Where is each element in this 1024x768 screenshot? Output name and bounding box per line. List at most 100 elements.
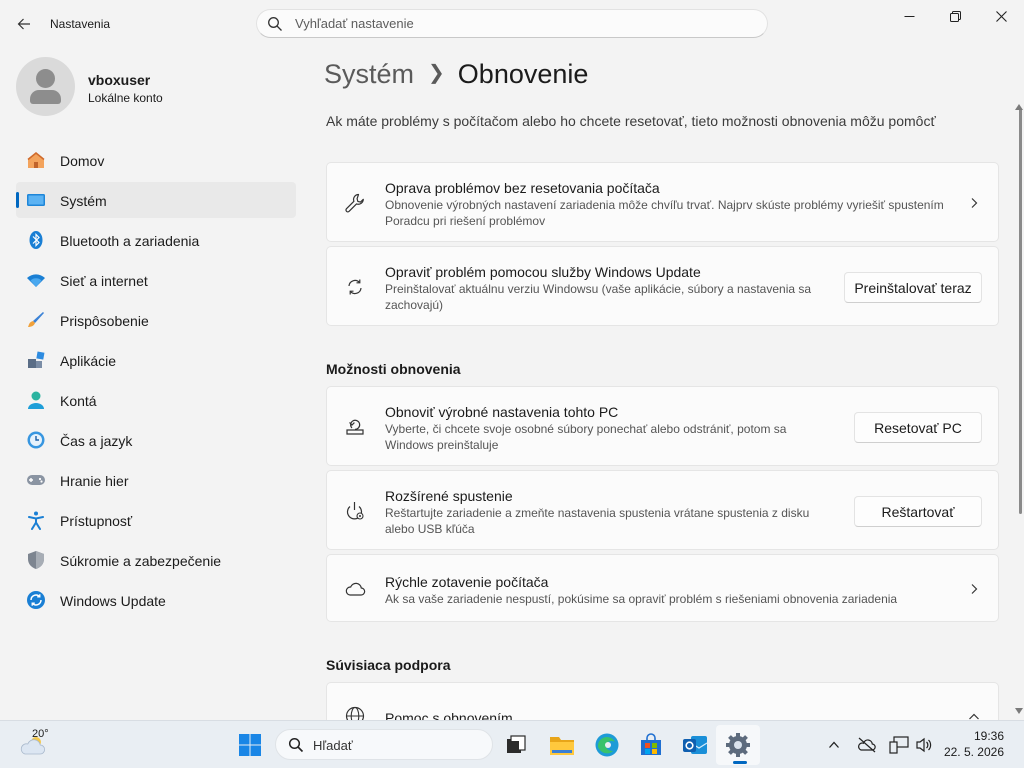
gear-icon xyxy=(726,733,750,757)
sidebar-item-apps[interactable]: Aplikácie xyxy=(16,342,296,378)
sidebar-item-label: Súkromie a zabezpečenie xyxy=(60,553,222,569)
clock[interactable]: 19:36 22. 5. 2026 xyxy=(940,728,1004,760)
troubleshoot-card[interactable]: Oprava problémov bez resetovania počítač… xyxy=(326,162,999,242)
show-hidden-icons-button[interactable] xyxy=(820,729,848,761)
cloud-offline-icon xyxy=(858,737,876,753)
card-title: Pomoc s obnovením xyxy=(385,710,513,720)
card-description: Reštartujte zariadenie a zmeňte nastaven… xyxy=(385,505,809,537)
cloud-icon xyxy=(344,578,366,600)
store-icon xyxy=(641,733,661,755)
windows-update-icon xyxy=(27,591,45,609)
scroll-down-arrow-icon[interactable] xyxy=(1015,708,1023,714)
scroll-up-arrow-icon[interactable] xyxy=(1015,104,1023,110)
scrollbar[interactable] xyxy=(1019,104,1022,712)
card-description-line: Poradcu pri riešení problémov xyxy=(385,214,546,228)
home-icon xyxy=(27,151,45,168)
user-name: vboxuser xyxy=(88,72,151,88)
close-icon xyxy=(995,10,1007,22)
brush-icon xyxy=(28,312,44,327)
sidebar-item-label: Bluetooth a zariadenia xyxy=(60,233,200,249)
card-description-line: Vyberte, či chcete svoje osobné súbory p… xyxy=(385,422,787,436)
task-view-icon xyxy=(507,735,526,753)
onedrive-tray-button[interactable] xyxy=(852,729,882,761)
card-title: Rozšírené spustenie xyxy=(385,488,513,504)
search-icon xyxy=(288,737,304,753)
weather-temperature: 20° xyxy=(32,728,49,740)
sidebar-item-label: Prispôsobenie xyxy=(60,313,149,329)
back-button[interactable] xyxy=(10,10,38,38)
card-title: Obnoviť výrobné nastavenia tohto PC xyxy=(385,404,619,420)
reset-pc-button[interactable]: Resetovať PC xyxy=(854,412,982,443)
sidebar-item-domov[interactable]: Domov xyxy=(16,142,296,178)
minimize-button[interactable] xyxy=(886,0,932,32)
accessibility-icon xyxy=(28,511,44,530)
sidebar-item-gaming[interactable]: Hranie hier xyxy=(16,462,296,498)
wifi-icon xyxy=(27,274,45,287)
scrollbar-thumb[interactable] xyxy=(1019,108,1022,514)
sidebar-item-label: Sieť a internet xyxy=(60,273,148,289)
edge-browser-button[interactable] xyxy=(591,729,623,761)
card-description: Vyberte, či chcete svoje osobné súbory p… xyxy=(385,421,786,453)
chevron-right-icon xyxy=(971,584,978,594)
intro-text: Ak máte problémy s počítačom alebo ho ch… xyxy=(326,113,936,129)
sidebar-item-bluetooth[interactable]: Bluetooth a zariadenia xyxy=(16,222,296,258)
clock-time: 19:36 xyxy=(973,729,1004,743)
search-icon xyxy=(268,17,282,31)
settings-search-box[interactable] xyxy=(256,9,768,38)
bluetooth-icon xyxy=(29,231,43,249)
taskbar-search[interactable]: Hľadať xyxy=(275,729,493,760)
task-view-button[interactable] xyxy=(500,729,532,761)
section-heading-recovery: Možnosti obnovenia xyxy=(326,361,461,377)
speaker-icon xyxy=(916,737,932,753)
card-description-line: alebo USB kľúča xyxy=(385,522,475,536)
breadcrumb-parent-system[interactable]: Systém xyxy=(324,59,414,89)
minimize-icon xyxy=(904,15,914,17)
folder-icon xyxy=(550,737,574,755)
sidebar-item-windows-update[interactable]: Windows Update xyxy=(16,582,296,618)
restore-button[interactable] xyxy=(932,0,978,32)
back-arrow-icon xyxy=(17,18,30,30)
breadcrumb: Systém ❯ Obnovenie xyxy=(324,59,588,95)
card-title: Oprava problémov bez resetovania počítač… xyxy=(385,180,660,196)
card-description-line: Obnovenie výrobných nastavení zariadenia… xyxy=(385,198,944,212)
sidebar-item-label: Hranie hier xyxy=(60,473,129,489)
file-explorer-button[interactable] xyxy=(546,729,578,761)
title-bar: Nastavenia xyxy=(0,0,1024,48)
user-profile[interactable]: vboxuser Lokálne konto xyxy=(16,57,286,117)
sidebar-item-label: Aplikácie xyxy=(60,353,117,369)
taskbar-search-label: Hľadať xyxy=(313,738,353,753)
accounts-icon xyxy=(28,391,44,409)
reset-pc-card: Obnoviť výrobné nastavenia tohto PC Vybe… xyxy=(326,386,999,466)
card-description-line: zachovajú) xyxy=(385,298,444,312)
time-language-icon xyxy=(27,431,45,449)
card-description: Ak sa vaše zariadenie nespustí, pokúsime… xyxy=(385,591,897,607)
sidebar-item-personalization[interactable]: Prispôsobenie xyxy=(16,302,296,338)
restart-now-button[interactable]: Reštartovať xyxy=(854,496,982,527)
clock-date: 22. 5. 2026 xyxy=(943,745,1004,759)
sidebar-item-privacy[interactable]: Súkromie a zabezpečenie xyxy=(16,542,296,578)
reinstall-now-button[interactable]: Preinštalovať teraz xyxy=(844,272,982,303)
start-button[interactable] xyxy=(234,729,266,761)
recovery-help-card[interactable]: Pomoc s obnovením xyxy=(326,682,999,720)
quick-machine-recovery-card[interactable]: Rýchle zotavenie počítača Ak sa vaše zar… xyxy=(326,554,999,622)
search-input[interactable] xyxy=(295,16,735,31)
sidebar-item-accessibility[interactable]: Prístupnosť xyxy=(16,502,296,538)
sidebar-nav: Domov Systém Bluetooth a zariadenia Sieť… xyxy=(16,142,296,622)
apps-icon xyxy=(28,351,45,368)
advanced-startup-icon xyxy=(344,500,366,522)
sidebar-item-label: Prístupnosť xyxy=(60,513,133,529)
volume-tray-button[interactable] xyxy=(910,729,938,761)
card-description-line: Preinštalovať aktuálnu verziu Windowsu (… xyxy=(385,282,812,296)
close-button[interactable] xyxy=(978,0,1024,32)
system-icon xyxy=(27,194,45,206)
advanced-startup-card: Rozšírené spustenie Reštartujte zariaden… xyxy=(326,470,999,550)
running-indicator xyxy=(733,761,747,764)
sidebar-item-system[interactable]: Systém xyxy=(16,182,296,218)
outlook-button[interactable] xyxy=(679,729,711,761)
settings-app-button[interactable] xyxy=(722,729,754,761)
sidebar-item-accounts[interactable]: Kontá xyxy=(16,382,296,418)
sidebar-item-network[interactable]: Sieť a internet xyxy=(16,262,296,298)
microsoft-store-button[interactable] xyxy=(635,729,667,761)
sidebar-item-time-language[interactable]: Čas a jazyk xyxy=(16,422,296,458)
network-icon xyxy=(889,736,909,754)
